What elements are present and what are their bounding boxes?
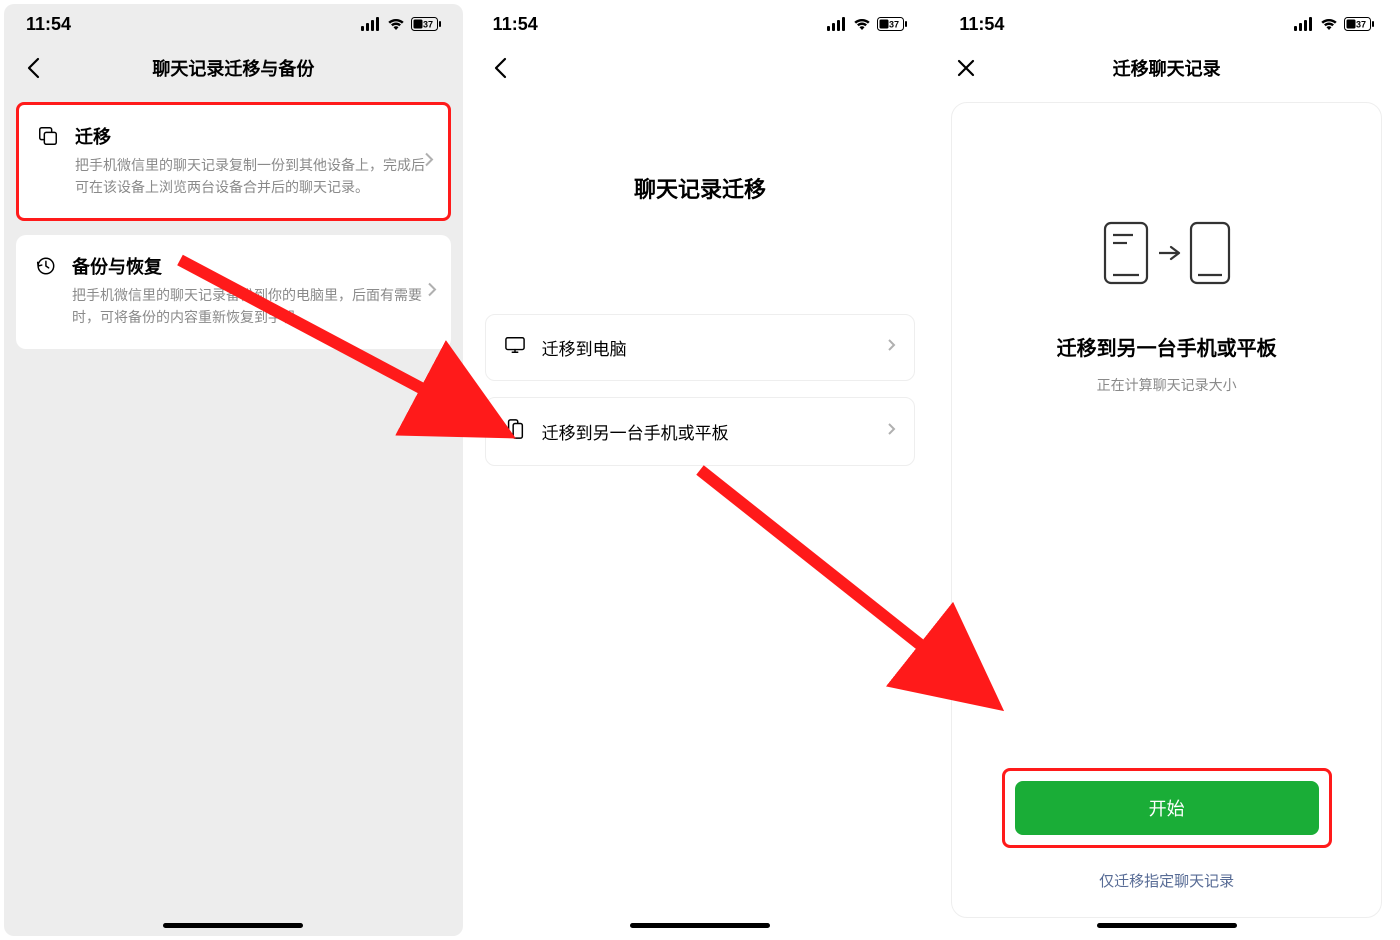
page-title: 迁移聊天记录 (937, 55, 1396, 81)
start-button-highlight: 开始 (1002, 768, 1332, 848)
signal-icon (1294, 17, 1314, 31)
status-bar: 11:54 37 (4, 4, 463, 44)
home-indicator[interactable] (1097, 923, 1237, 928)
start-button[interactable]: 开始 (1015, 781, 1319, 835)
home-indicator[interactable] (163, 923, 303, 928)
option-migrate-pc[interactable]: 迁移到电脑 (485, 314, 916, 381)
close-button[interactable] (947, 49, 985, 87)
chevron-left-icon (493, 57, 507, 79)
option-backup[interactable]: 备份与恢复 把手机微信里的聊天记录备份到你的电脑里，后面有需要时，可将备份的内容… (16, 235, 451, 348)
migrate-selected-link[interactable]: 仅迁移指定聊天记录 (1099, 870, 1234, 891)
wifi-icon (1320, 17, 1338, 31)
back-button[interactable] (14, 49, 52, 87)
nav-bar: 迁移聊天记录 (937, 44, 1396, 92)
signal-icon (361, 17, 381, 31)
option-migrate[interactable]: 迁移 把手机微信里的聊天记录复制一份到其他设备上，完成后可在该设备上浏览两台设备… (16, 102, 451, 221)
chevron-right-icon (424, 151, 434, 172)
migrate-icon (37, 125, 61, 152)
svg-text:37: 37 (1356, 20, 1366, 30)
back-button[interactable] (481, 49, 519, 87)
screen-3: 11:54 37 迁移聊天记录 (937, 4, 1396, 936)
migrate-subtext: 正在计算聊天记录大小 (1097, 375, 1237, 395)
status-bar: 11:54 37 (471, 4, 930, 44)
chevron-left-icon (26, 57, 40, 79)
page-title: 聊天记录迁移 (471, 172, 930, 204)
page-title: 聊天记录迁移与备份 (4, 55, 463, 81)
backup-desc: 把手机微信里的聊天记录备份到你的电脑里，后面有需要时，可将备份的内容重新恢复到手… (72, 285, 433, 328)
wifi-icon (853, 17, 871, 31)
start-button-label: 开始 (1149, 799, 1185, 819)
status-indicators: 37 (361, 17, 441, 31)
status-indicators: 37 (827, 17, 907, 31)
chevron-right-icon (887, 338, 896, 357)
backup-title: 备份与恢复 (72, 253, 433, 279)
migrate-title: 迁移 (75, 123, 430, 149)
nav-bar (471, 44, 930, 92)
status-time: 11:54 (493, 14, 538, 35)
migrate-phone-label: 迁移到另一台手机或平板 (542, 419, 872, 444)
status-indicators: 37 (1294, 17, 1374, 31)
svg-text:37: 37 (889, 20, 899, 30)
chevron-right-icon (887, 422, 896, 441)
migrate-panel: 迁移到另一台手机或平板 正在计算聊天记录大小 开始 仅迁移指定聊天记录 (951, 102, 1382, 918)
battery-icon: 37 (411, 17, 441, 31)
svg-text:37: 37 (423, 20, 433, 30)
chevron-right-icon (427, 282, 437, 303)
status-time: 11:54 (26, 14, 71, 35)
status-bar: 11:54 37 (937, 4, 1396, 44)
phone-icon (504, 418, 526, 445)
transfer-illustration-icon (1087, 213, 1247, 298)
migrate-heading: 迁移到另一台手机或平板 (1057, 332, 1277, 361)
screen-1: 11:54 37 聊天记录迁移与备份 迁移 把手机微信里的聊天记录复制一份到其他… (4, 4, 463, 936)
computer-icon (504, 335, 526, 360)
home-indicator[interactable] (630, 923, 770, 928)
nav-bar: 聊天记录迁移与备份 (4, 44, 463, 92)
status-time: 11:54 (959, 14, 1004, 35)
option-migrate-phone[interactable]: 迁移到另一台手机或平板 (485, 397, 916, 466)
signal-icon (827, 17, 847, 31)
close-icon (957, 59, 975, 77)
screen-2: 11:54 37 聊天记录迁移 迁移到电脑 (471, 4, 930, 936)
history-icon (34, 255, 58, 282)
battery-icon: 37 (877, 17, 907, 31)
battery-icon: 37 (1344, 17, 1374, 31)
migrate-desc: 把手机微信里的聊天记录复制一份到其他设备上，完成后可在该设备上浏览两台设备合并后… (75, 155, 430, 198)
migrate-pc-label: 迁移到电脑 (542, 335, 872, 360)
wifi-icon (387, 17, 405, 31)
